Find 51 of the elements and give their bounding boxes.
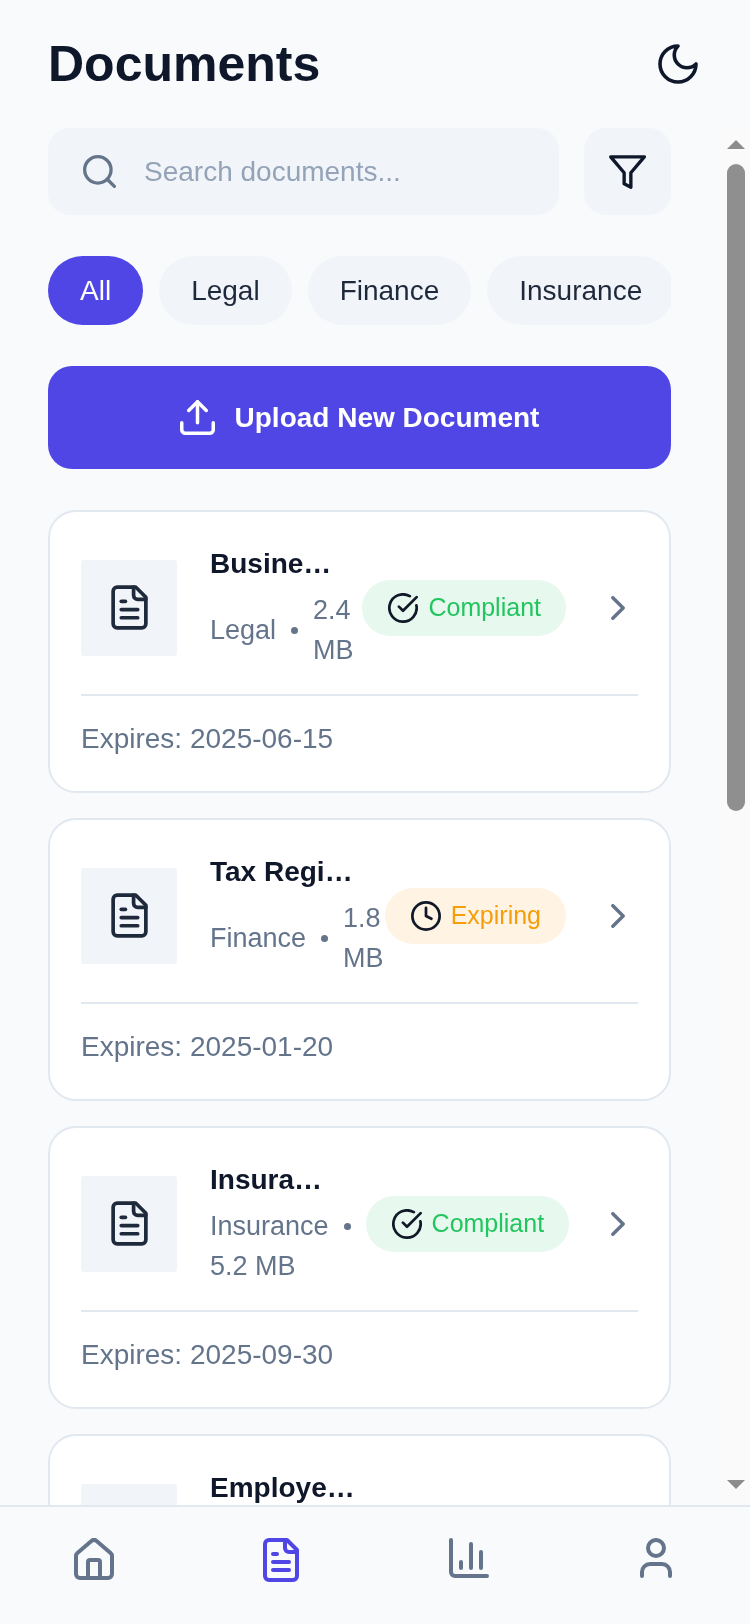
- expiry-date: Expires: 2025-06-15: [81, 722, 334, 756]
- filter-icon: [609, 154, 646, 189]
- document-title: Tax Regi…: [210, 855, 353, 889]
- chevron-right-icon[interactable]: [611, 903, 625, 928]
- scroll-up-icon[interactable]: [727, 140, 745, 149]
- document-card[interactable]: Tax Regi… Finance 1.8 MB Expiring Expires: 2025-01-20: [48, 818, 671, 1101]
- moon-icon[interactable]: [658, 44, 698, 84]
- chevron-right-icon[interactable]: [611, 595, 625, 620]
- document-category: Finance: [210, 922, 307, 955]
- filter-chip[interactable]: Legal: [159, 256, 292, 325]
- filter-button[interactable]: [584, 128, 671, 215]
- clock-icon: [410, 900, 441, 931]
- file-size: 5.2 MB: [210, 1250, 297, 1283]
- status-label: Compliant: [431, 1209, 545, 1238]
- home-icon: [73, 1538, 114, 1580]
- upload-button[interactable]: Upload New Document: [48, 366, 671, 469]
- document-card[interactable]: Busine… Legal 2.4 MB Compliant Expires: 2025-06-15: [48, 510, 671, 793]
- dot-icon: [321, 934, 329, 942]
- filter-chip[interactable]: All: [48, 256, 144, 325]
- page-title: Documents: [48, 35, 321, 94]
- search-field[interactable]: Search documents...: [48, 128, 559, 215]
- expiry-date: Expires: 2025-09-30: [81, 1338, 334, 1372]
- document-category: Legal: [210, 614, 277, 647]
- document-category: Insurance: [210, 1210, 329, 1243]
- document-icon: [110, 1201, 148, 1246]
- user-icon: [640, 1538, 673, 1578]
- search-icon: [83, 155, 116, 188]
- document-icon: [110, 893, 148, 938]
- scroll-down-icon[interactable]: [727, 1480, 745, 1489]
- document-title: Employe…: [210, 1471, 355, 1505]
- file-size: 1.8 MB: [343, 902, 385, 975]
- document-card[interactable]: Insura… Insurance 5.2 MB Compliant Expires: 2025-09-30: [48, 1126, 671, 1409]
- status-label: Compliant: [428, 593, 541, 622]
- scrollbar-thumb[interactable]: [727, 164, 745, 811]
- file-size: 2.4 MB: [313, 594, 355, 667]
- upload-icon: [179, 400, 215, 435]
- expiry-date: Expires: 2025-01-20: [81, 1030, 334, 1064]
- chevron-right-icon[interactable]: [611, 1211, 625, 1236]
- dot-icon: [291, 626, 299, 634]
- document-card[interactable]: Employe…: [48, 1434, 671, 1505]
- document-icon: [110, 585, 148, 630]
- document-title: Insura…: [210, 1163, 323, 1197]
- bar-chart-icon: [448, 1538, 489, 1578]
- filter-chip[interactable]: Finance: [307, 256, 472, 325]
- check-circle-icon: [391, 1208, 422, 1239]
- status-label: Expiring: [450, 901, 541, 930]
- document-title: Busine…: [210, 547, 332, 581]
- dot-icon: [343, 1222, 351, 1230]
- filter-chip[interactable]: Insurance: [487, 256, 671, 325]
- check-circle-icon: [388, 592, 419, 623]
- document-icon: [263, 1538, 300, 1582]
